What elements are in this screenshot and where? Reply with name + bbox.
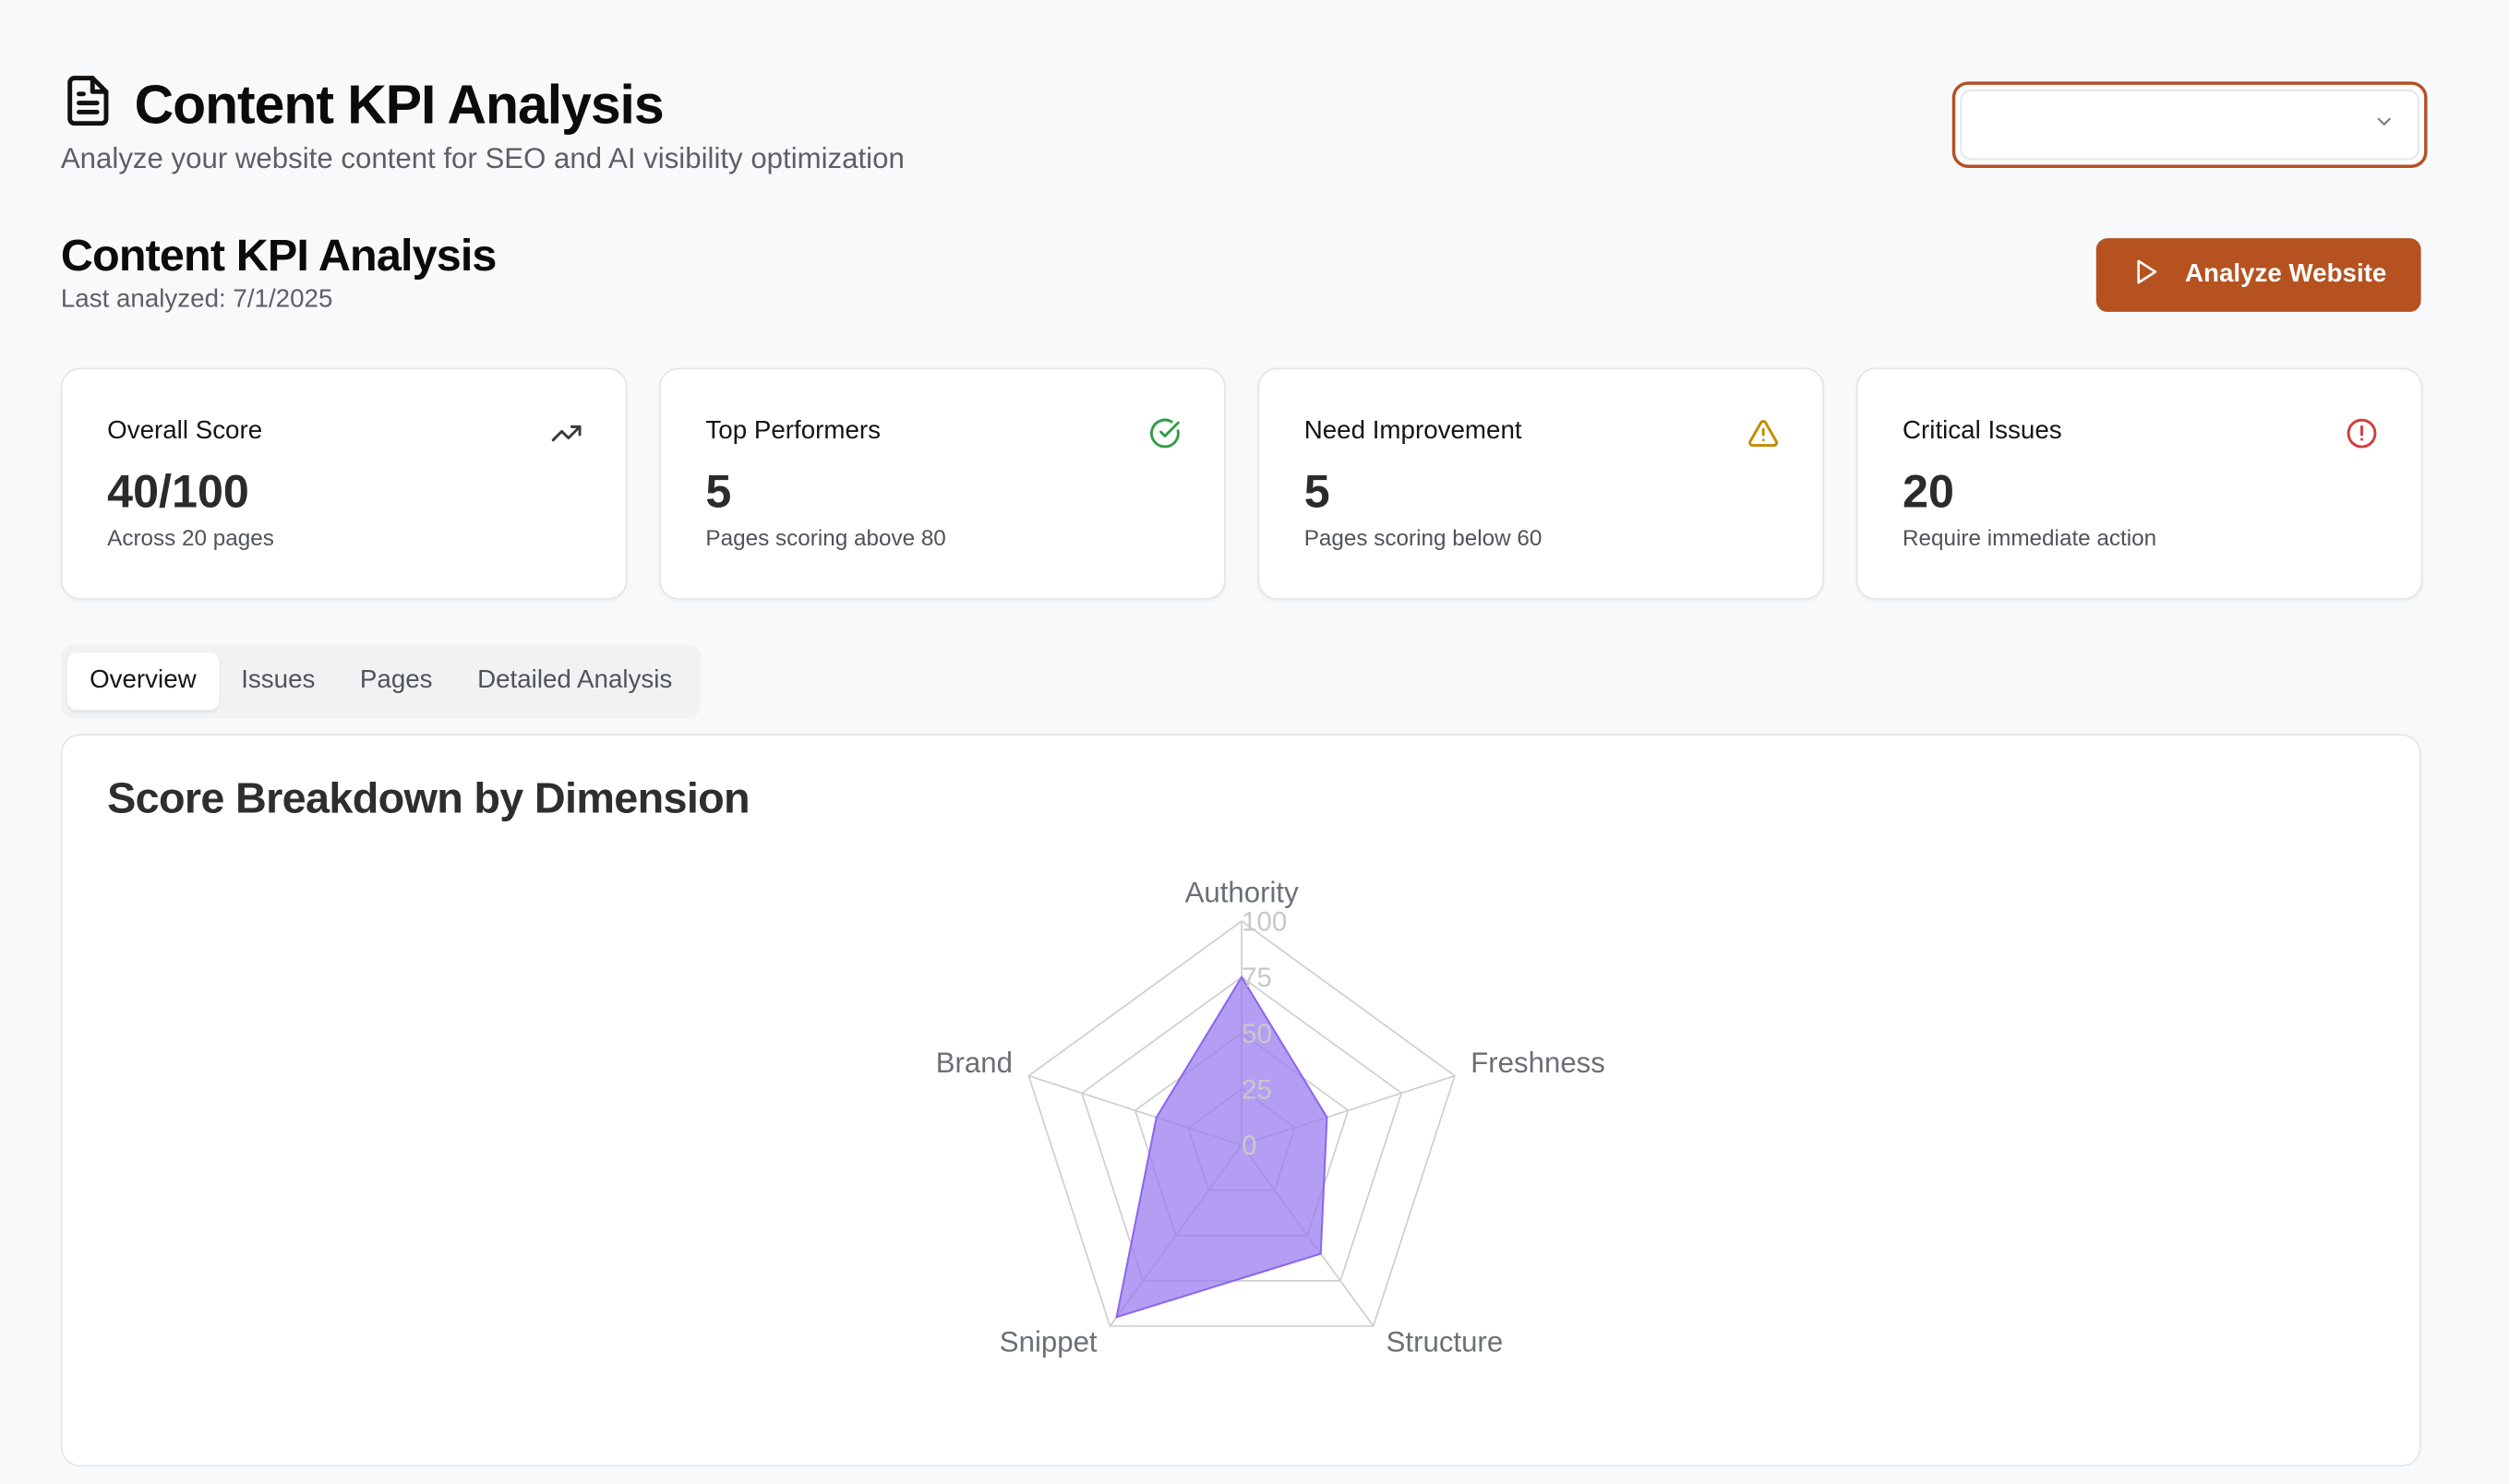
kpi-card-critical-issues: Critical Issues 20 Require immediate act…	[1855, 367, 2423, 600]
radar-chart: 0 25 50 75 100Authority Freshness Structure Sni…	[936, 876, 1605, 1358]
kpi-card-value: 20	[1903, 466, 1954, 519]
kpi-card-label: Overall Score	[107, 417, 263, 445]
app-root: Content KPI Analysis Analyze your websit…	[0, 0, 2509, 1484]
kpi-card-top-performers: Top Performers 5 Pages scoring above 80	[659, 367, 1226, 600]
tab-pages[interactable]: Pages	[338, 652, 455, 710]
analysis-header: Content KPI Analysis Last analyzed: 7/1/…	[60, 227, 498, 315]
tab-detailed-analysis[interactable]: Detailed Analysis	[455, 652, 695, 710]
radar-axis-label: Brand	[936, 1047, 1013, 1079]
alert-circle-icon	[2346, 417, 2378, 449]
kpi-card-value: 40/100	[107, 466, 249, 519]
radar-tick-label: 50	[1242, 1019, 1272, 1049]
last-analyzed: Last analyzed: 7/1/2025	[60, 286, 333, 314]
page-title: Content KPI Analysis	[134, 74, 665, 136]
tab-issues[interactable]: Issues	[219, 652, 338, 710]
section-title: Content KPI Analysis	[60, 230, 498, 281]
kpi-card-value: 5	[705, 466, 732, 519]
kpi-cards: Overall Score 40/100 Across 20 pages Top…	[60, 367, 2423, 600]
kpi-card-need-improvement: Need Improvement 5 Pages scoring below 6…	[1257, 367, 1825, 600]
play-icon	[2131, 257, 2159, 293]
page-subtitle: Analyze your website content for SEO and…	[60, 142, 905, 174]
kpi-card-value: 5	[1303, 466, 1330, 519]
warning-triangle-icon	[1747, 417, 1780, 449]
radar-axis-label: Snippet	[1000, 1326, 1098, 1358]
kpi-card-label: Need Improvement	[1303, 417, 1522, 445]
radar-axis-label: Structure	[1387, 1326, 1504, 1358]
kpi-card-label: Top Performers	[705, 417, 882, 445]
site-select-field[interactable]	[1960, 90, 2419, 161]
radar-axis-label: Freshness	[1471, 1047, 1605, 1079]
kpi-card-desc: Require immediate action	[1903, 524, 2157, 551]
radar-axis-label: Authority	[1185, 876, 1300, 908]
document-icon	[61, 70, 115, 139]
radar-tick-label: 75	[1242, 963, 1272, 993]
kpi-card-label: Critical Issues	[1903, 417, 2062, 445]
radar-tick-label: 100	[1242, 906, 1287, 937]
radar-tick-label: 0	[1242, 1131, 1256, 1161]
site-select[interactable]	[1951, 81, 2428, 168]
trending-up-icon	[550, 417, 582, 449]
kpi-card-desc: Pages scoring below 60	[1303, 524, 1543, 551]
kpi-card-desc: Pages scoring above 80	[705, 524, 946, 551]
check-circle-icon	[1149, 417, 1182, 449]
radar-series-area	[1115, 975, 1328, 1319]
analyze-website-button[interactable]: Analyze Website	[2095, 238, 2421, 312]
analyze-website-label: Analyze Website	[2184, 260, 2387, 288]
score-breakdown-panel: Score Breakdown by Dimension 0 25 50 75 100 A…	[60, 734, 2421, 1466]
radar-tick-label: 25	[1242, 1074, 1272, 1105]
tab-overview[interactable]: Overview	[66, 652, 219, 711]
tab-bar: Overview Issues Pages Detailed Analysis	[60, 644, 702, 719]
kpi-card-overall-score: Overall Score 40/100 Across 20 pages	[60, 367, 628, 600]
chevron-down-icon	[2373, 111, 2395, 139]
kpi-card-desc: Across 20 pages	[107, 524, 274, 551]
page-header: Content KPI Analysis Analyze your websit…	[61, 70, 905, 175]
